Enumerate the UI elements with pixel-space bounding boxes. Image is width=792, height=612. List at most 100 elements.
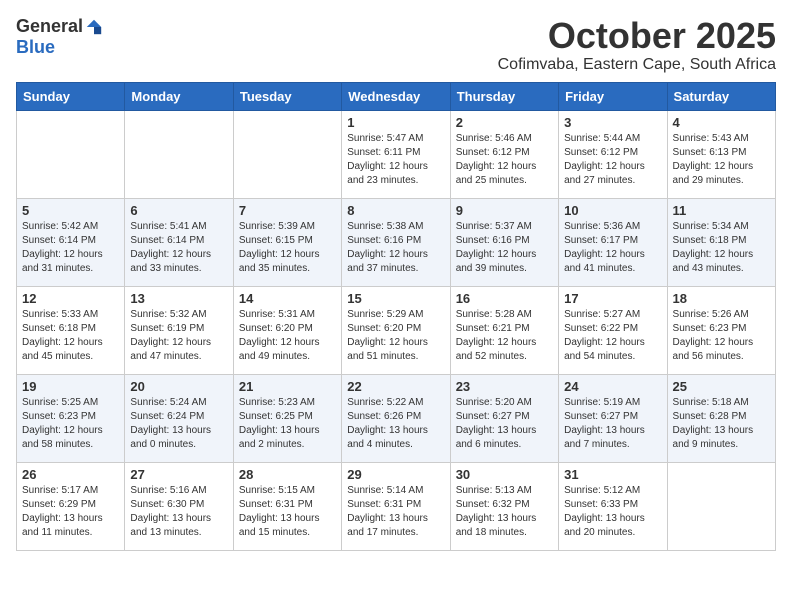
day-number: 31 [564, 467, 661, 482]
day-number: 12 [22, 291, 119, 306]
day-number: 9 [456, 203, 553, 218]
table-row: 17 Sunrise: 5:27 AM Sunset: 6:22 PM Dayli… [559, 286, 667, 374]
day-number: 8 [347, 203, 444, 218]
table-row: 4Sunrise: 5:43 AM Sunset: 6:13 PM Daylig… [667, 110, 775, 198]
day-info: Sunrise: 5:20 AM Sunset: 6:27 PM Dayligh… [456, 396, 553, 452]
table-row: 9 Sunrise: 5:37 AM Sunset: 6:16 PM Daylig… [450, 198, 558, 286]
day-info: Sunrise: 5:29 AM Sunset: 6:20 PM Dayligh… [347, 308, 444, 364]
table-row: 13 Sunrise: 5:32 AM Sunset: 6:19 PM Dayli… [125, 286, 233, 374]
calendar-week-row: 12 Sunrise: 5:33 AM Sunset: 6:18 PM Dayli… [17, 286, 776, 374]
day-info: Sunrise: 5:25 AM Sunset: 6:23 PM Dayligh… [22, 396, 119, 452]
logo-icon [85, 18, 103, 36]
table-row: 18 Sunrise: 5:26 AM Sunset: 6:23 PM Dayli… [667, 286, 775, 374]
table-row: 21 Sunrise: 5:23 AM Sunset: 6:25 PM Dayli… [233, 374, 341, 462]
day-info: Sunrise: 5:34 AM Sunset: 6:18 PM Dayligh… [673, 220, 770, 276]
day-number: 17 [564, 291, 661, 306]
col-tuesday: Tuesday [233, 82, 341, 110]
day-number: 15 [347, 291, 444, 306]
location: Cofimvaba, Eastern Cape, South Africa [498, 56, 776, 74]
month-title: October 2025 [498, 16, 776, 56]
day-number: 21 [239, 379, 336, 394]
day-number: 7 [239, 203, 336, 218]
table-row: 5Sunrise: 5:42 AM Sunset: 6:14 PM Daylig… [17, 198, 125, 286]
calendar-week-row: 26 Sunrise: 5:17 AM Sunset: 6:29 PM Dayli… [17, 462, 776, 550]
table-row [233, 110, 341, 198]
day-number: 19 [22, 379, 119, 394]
day-info: Sunrise: 5:41 AM Sunset: 6:14 PM Dayligh… [130, 220, 227, 276]
calendar-week-row: 1 Sunrise: 5:47 AM Sunset: 6:11 PM Daylig… [17, 110, 776, 198]
table-row: 3 Sunrise: 5:44 AM Sunset: 6:12 PM Daylig… [559, 110, 667, 198]
table-row: 20 Sunrise: 5:24 AM Sunset: 6:24 PM Dayli… [125, 374, 233, 462]
day-number: 1 [347, 115, 444, 130]
day-info: Sunrise: 5:15 AM Sunset: 6:31 PM Dayligh… [239, 484, 336, 540]
table-row: 7 Sunrise: 5:39 AM Sunset: 6:15 PM Daylig… [233, 198, 341, 286]
day-info: Sunrise: 5:16 AM Sunset: 6:30 PM Dayligh… [130, 484, 227, 540]
table-row: 28 Sunrise: 5:15 AM Sunset: 6:31 PM Dayli… [233, 462, 341, 550]
day-number: 3 [564, 115, 661, 130]
table-row: 30 Sunrise: 5:13 AM Sunset: 6:32 PM Dayli… [450, 462, 558, 550]
table-row: 14 Sunrise: 5:31 AM Sunset: 6:20 PM Dayli… [233, 286, 341, 374]
day-number: 11 [673, 203, 770, 218]
calendar-header-row: Sunday Monday Tuesday Wednesday Thursday… [17, 82, 776, 110]
day-number: 23 [456, 379, 553, 394]
day-info: Sunrise: 5:12 AM Sunset: 6:33 PM Dayligh… [564, 484, 661, 540]
day-number: 24 [564, 379, 661, 394]
table-row: 16Sunrise: 5:28 AM Sunset: 6:21 PM Dayli… [450, 286, 558, 374]
table-row [667, 462, 775, 550]
table-row: 29 Sunrise: 5:14 AM Sunset: 6:31 PM Dayli… [342, 462, 450, 550]
day-info: Sunrise: 5:14 AM Sunset: 6:31 PM Dayligh… [347, 484, 444, 540]
day-number: 14 [239, 291, 336, 306]
day-number: 16 [456, 291, 553, 306]
day-number: 4 [673, 115, 770, 130]
day-info: Sunrise: 5:13 AM Sunset: 6:32 PM Dayligh… [456, 484, 553, 540]
table-row: 23 Sunrise: 5:20 AM Sunset: 6:27 PM Dayli… [450, 374, 558, 462]
day-info: Sunrise: 5:26 AM Sunset: 6:23 PM Dayligh… [673, 308, 770, 364]
day-number: 29 [347, 467, 444, 482]
table-row: 1 Sunrise: 5:47 AM Sunset: 6:11 PM Daylig… [342, 110, 450, 198]
day-info: Sunrise: 5:37 AM Sunset: 6:16 PM Dayligh… [456, 220, 553, 276]
logo-general: General [16, 16, 83, 37]
table-row: 24 Sunrise: 5:19 AM Sunset: 6:27 PM Dayli… [559, 374, 667, 462]
col-saturday: Saturday [667, 82, 775, 110]
calendar: Sunday Monday Tuesday Wednesday Thursday… [16, 82, 776, 551]
day-number: 26 [22, 467, 119, 482]
table-row: 12 Sunrise: 5:33 AM Sunset: 6:18 PM Dayli… [17, 286, 125, 374]
table-row: 26 Sunrise: 5:17 AM Sunset: 6:29 PM Dayli… [17, 462, 125, 550]
day-info: Sunrise: 5:38 AM Sunset: 6:16 PM Dayligh… [347, 220, 444, 276]
day-info: Sunrise: 5:31 AM Sunset: 6:20 PM Dayligh… [239, 308, 336, 364]
day-number: 13 [130, 291, 227, 306]
day-info: Sunrise: 5:36 AM Sunset: 6:17 PM Dayligh… [564, 220, 661, 276]
table-row [125, 110, 233, 198]
col-friday: Friday [559, 82, 667, 110]
col-thursday: Thursday [450, 82, 558, 110]
table-row: 25Sunrise: 5:18 AM Sunset: 6:28 PM Dayli… [667, 374, 775, 462]
day-info: Sunrise: 5:46 AM Sunset: 6:12 PM Dayligh… [456, 132, 553, 188]
day-info: Sunrise: 5:33 AM Sunset: 6:18 PM Dayligh… [22, 308, 119, 364]
day-info: Sunrise: 5:22 AM Sunset: 6:26 PM Dayligh… [347, 396, 444, 452]
day-number: 2 [456, 115, 553, 130]
day-info: Sunrise: 5:47 AM Sunset: 6:11 PM Dayligh… [347, 132, 444, 188]
table-row: 19 Sunrise: 5:25 AM Sunset: 6:23 PM Dayli… [17, 374, 125, 462]
day-info: Sunrise: 5:24 AM Sunset: 6:24 PM Dayligh… [130, 396, 227, 452]
col-wednesday: Wednesday [342, 82, 450, 110]
day-info: Sunrise: 5:18 AM Sunset: 6:28 PM Dayligh… [673, 396, 770, 452]
day-number: 10 [564, 203, 661, 218]
day-number: 28 [239, 467, 336, 482]
table-row: 8 Sunrise: 5:38 AM Sunset: 6:16 PM Daylig… [342, 198, 450, 286]
logo: General Blue [16, 16, 103, 58]
table-row: 22Sunrise: 5:22 AM Sunset: 6:26 PM Dayli… [342, 374, 450, 462]
calendar-week-row: 5Sunrise: 5:42 AM Sunset: 6:14 PM Daylig… [17, 198, 776, 286]
day-info: Sunrise: 5:19 AM Sunset: 6:27 PM Dayligh… [564, 396, 661, 452]
day-info: Sunrise: 5:23 AM Sunset: 6:25 PM Dayligh… [239, 396, 336, 452]
day-info: Sunrise: 5:39 AM Sunset: 6:15 PM Dayligh… [239, 220, 336, 276]
day-info: Sunrise: 5:44 AM Sunset: 6:12 PM Dayligh… [564, 132, 661, 188]
day-info: Sunrise: 5:42 AM Sunset: 6:14 PM Dayligh… [22, 220, 119, 276]
day-info: Sunrise: 5:32 AM Sunset: 6:19 PM Dayligh… [130, 308, 227, 364]
day-number: 20 [130, 379, 227, 394]
day-info: Sunrise: 5:17 AM Sunset: 6:29 PM Dayligh… [22, 484, 119, 540]
day-info: Sunrise: 5:27 AM Sunset: 6:22 PM Dayligh… [564, 308, 661, 364]
day-number: 18 [673, 291, 770, 306]
title-section: October 2025 Cofimvaba, Eastern Cape, So… [498, 16, 776, 74]
logo-blue: Blue [16, 37, 55, 58]
day-number: 30 [456, 467, 553, 482]
